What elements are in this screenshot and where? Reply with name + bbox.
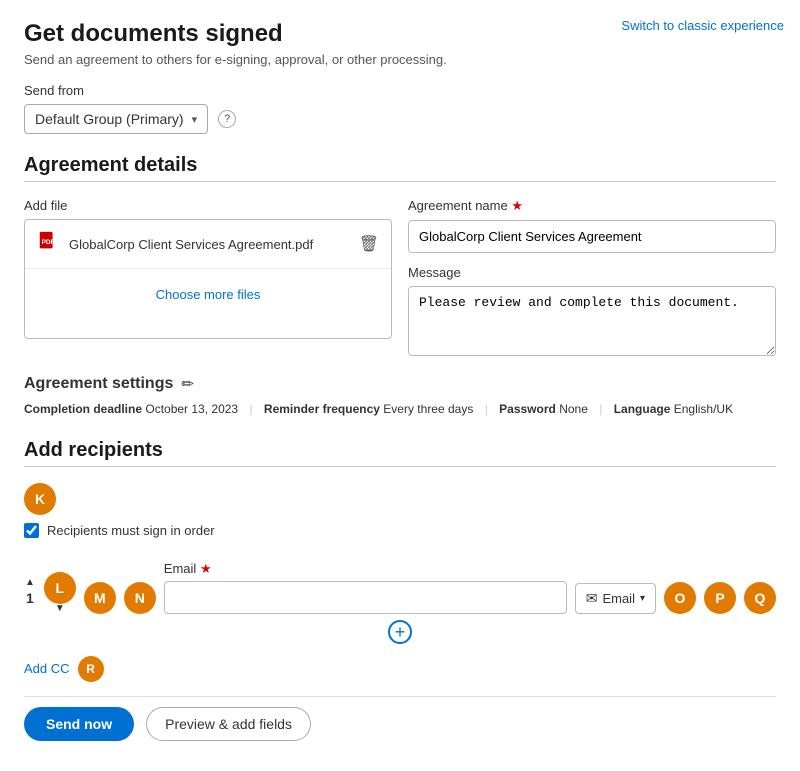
email-field-label: Email ★ <box>164 561 567 577</box>
chevron-down-icon: ▾ <box>192 113 198 126</box>
badge-o[interactable]: O <box>664 582 696 614</box>
send-now-button[interactable]: Send now <box>24 707 134 741</box>
chevron-down-icon: ▾ <box>640 593 645 604</box>
recipient-order-controls: ▲ 1 <box>24 578 36 614</box>
envelope-icon: ✉ <box>586 590 598 607</box>
agreement-settings-meta: Completion deadline October 13, 2023 | R… <box>24 399 776 421</box>
message-textarea[interactable]: Please review and complete this document… <box>408 286 776 356</box>
pdf-icon: PDF <box>37 230 59 258</box>
badge-p[interactable]: P <box>704 582 736 614</box>
page-subtitle: Send an agreement to others for e-signin… <box>24 52 776 67</box>
edit-settings-icon[interactable]: ✏ <box>181 375 194 393</box>
up-arrow-icon[interactable]: ▲ <box>25 578 35 588</box>
preview-add-fields-button[interactable]: Preview & add fields <box>146 707 311 741</box>
sign-in-order-label: Recipients must sign in order <box>47 523 215 538</box>
add-recipient-button[interactable]: + <box>388 620 412 644</box>
send-from-value: Default Group (Primary) <box>35 111 184 127</box>
message-label: Message <box>408 265 776 280</box>
choose-more-link[interactable]: Choose more files <box>25 269 391 320</box>
sign-in-order-checkbox[interactable] <box>24 523 39 538</box>
bottom-buttons: Send now Preview & add fields <box>24 696 776 751</box>
badge-n[interactable]: N <box>124 582 156 614</box>
badge-r: R <box>78 656 104 682</box>
file-box: PDF GlobalCorp Client Services Agreement… <box>24 219 392 339</box>
agreement-details-title: Agreement details <box>24 154 776 177</box>
down-arrow-icon[interactable]: ▼ <box>55 604 65 614</box>
delete-file-icon[interactable]: 🗑 <box>359 234 379 254</box>
add-cc-row: Add CC R <box>24 656 776 682</box>
badge-l[interactable]: L <box>44 572 76 604</box>
send-from-label: Send from <box>24 83 776 98</box>
recipients-divider <box>24 466 776 467</box>
recipient-row: ▲ 1 L ▼ M N Email ★ <box>24 552 776 614</box>
email-type-label: Email <box>602 591 635 606</box>
agreement-name-input[interactable] <box>408 220 776 253</box>
add-recipient-row: + <box>24 620 776 644</box>
email-input[interactable] <box>164 581 567 614</box>
section-divider <box>24 181 776 182</box>
email-type-dropdown[interactable]: ✉ Email ▾ <box>575 583 656 614</box>
agreement-name-label: Agreement name ★ <box>408 198 776 214</box>
add-file-label: Add file <box>24 198 392 213</box>
file-name: GlobalCorp Client Services Agreement.pdf <box>69 237 349 252</box>
badge-m[interactable]: M <box>84 582 116 614</box>
add-recipients-title: Add recipients <box>24 439 776 462</box>
file-item: PDF GlobalCorp Client Services Agreement… <box>25 220 391 269</box>
recipient-number: 1 <box>24 590 36 606</box>
badge-q[interactable]: Q <box>744 582 776 614</box>
agreement-settings-title: Agreement settings <box>24 375 173 393</box>
switch-classic-link[interactable]: Switch to classic experience <box>621 18 784 33</box>
badge-k: K <box>24 483 56 515</box>
info-icon[interactable]: ? <box>218 110 236 128</box>
send-from-dropdown[interactable]: Default Group (Primary) ▾ <box>24 104 208 134</box>
add-cc-link[interactable]: Add CC <box>24 661 70 676</box>
email-field-wrapper: Email ★ <box>164 561 567 614</box>
svg-text:PDF: PDF <box>42 239 55 246</box>
